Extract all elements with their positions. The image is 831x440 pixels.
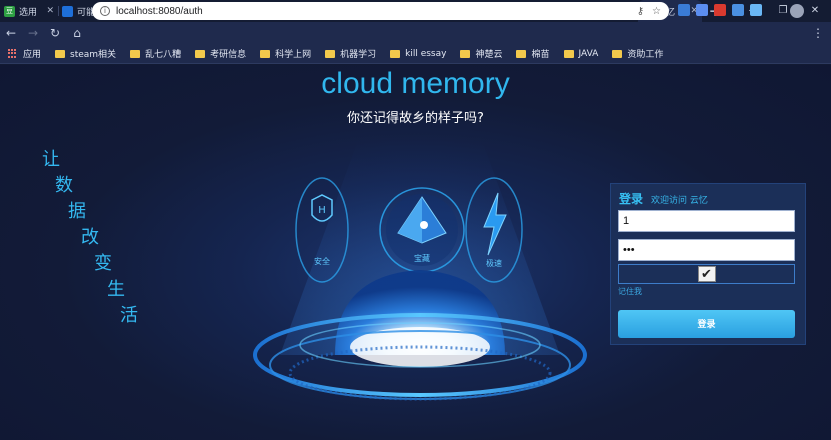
bookmark-folder[interactable]: 考研信息 xyxy=(195,47,246,60)
login-form: 登录 欢迎访问 云忆 ✔ 记住我 登录 xyxy=(610,183,806,345)
bookmark-folder[interactable]: 乱七八糟 xyxy=(130,47,181,60)
bookmark-star-icon[interactable]: ☆ xyxy=(652,6,661,17)
login-header: 登录 欢迎访问 云忆 xyxy=(619,190,708,207)
extension-icon[interactable] xyxy=(678,4,690,16)
back-icon[interactable]: ← xyxy=(0,26,22,40)
hero-illustration: H 安全 宝藏 极速 xyxy=(253,135,587,401)
folder-icon xyxy=(390,49,401,58)
login-button[interactable]: 登录 xyxy=(618,310,795,338)
slogan-char: 据 xyxy=(68,201,86,222)
slogan-char: 数 xyxy=(55,175,73,196)
slogan-char: 改 xyxy=(81,227,99,248)
folder-icon xyxy=(260,49,271,58)
bookmark-folder[interactable]: steam相关 xyxy=(55,47,116,60)
bookmark-label: kill essay xyxy=(405,48,447,59)
bookmark-label: 乱七八糟 xyxy=(145,50,182,60)
bookmark-folder[interactable]: 机器学习 xyxy=(325,47,376,60)
site-info-icon[interactable]: i xyxy=(100,6,110,16)
forward-icon[interactable]: → xyxy=(22,26,44,40)
auth-page: cloud memory 你还记得故乡的样子吗? 让 数 据 改 变 生 活 H… xyxy=(0,65,831,440)
address-bar[interactable]: i localhost:8080/auth ⚷ ☆ xyxy=(92,2,669,20)
folder-icon xyxy=(460,49,471,58)
svg-text:极速: 极速 xyxy=(486,258,502,268)
tab-close-icon[interactable]: ✕ xyxy=(46,6,54,16)
remember-me-checkbox[interactable]: ✔ xyxy=(697,266,716,282)
folder-icon xyxy=(563,49,574,58)
login-welcome-text: 欢迎访问 云忆 xyxy=(651,196,708,206)
slogan-char: 让 xyxy=(42,149,60,170)
slogan-char: 变 xyxy=(94,253,112,274)
tab-favicon-icon xyxy=(62,5,73,17)
extensions xyxy=(678,4,762,16)
password-input[interactable] xyxy=(618,239,795,261)
bookmark-label: 科学上网 xyxy=(275,50,312,60)
svg-text:安全: 安全 xyxy=(314,256,330,266)
remember-me-label: 记住我 xyxy=(618,287,642,296)
folder-icon xyxy=(195,49,206,58)
bookmark-label: 棉苗 xyxy=(531,50,550,60)
slogan-char: 活 xyxy=(120,305,138,326)
username-input[interactable] xyxy=(618,210,795,232)
bookmark-folder[interactable]: JAVA xyxy=(563,48,599,59)
bookmark-apps[interactable]: 应用 xyxy=(8,47,41,60)
bookmark-folder[interactable]: 神楚云 xyxy=(460,47,502,60)
folder-icon xyxy=(516,49,527,58)
apps-grid-icon xyxy=(8,48,18,59)
bookmark-label: 考研信息 xyxy=(210,50,247,60)
profile-avatar[interactable] xyxy=(790,4,804,18)
browser-tab[interactable]: 豆选用 ✕ xyxy=(0,0,58,22)
remember-me-checkbox-wrap[interactable]: ✔ xyxy=(618,264,795,284)
bookmark-label: 应用 xyxy=(23,50,42,60)
home-icon[interactable]: ⌂ xyxy=(66,26,88,40)
reload-icon[interactable]: ↻ xyxy=(44,26,66,40)
tab-favicon-icon: 豆 xyxy=(4,5,15,17)
bookmark-label: steam相关 xyxy=(70,50,117,60)
bookmark-folder[interactable]: 资助工作 xyxy=(612,47,663,60)
login-title: 登录 xyxy=(619,192,644,206)
bookmark-label: JAVA xyxy=(578,48,599,59)
folder-icon xyxy=(612,49,623,58)
bookmark-folder[interactable]: 科学上网 xyxy=(260,47,311,60)
browser-menu-icon[interactable]: ⋮ xyxy=(812,22,824,44)
folder-icon xyxy=(55,49,66,58)
svg-text:H: H xyxy=(318,205,326,216)
browser-toolbar: ← → ↻ ⌂ xyxy=(0,22,831,44)
extension-icon[interactable] xyxy=(750,4,762,16)
url-text[interactable]: localhost:8080/auth xyxy=(116,6,629,17)
key-icon[interactable]: ⚷ xyxy=(637,6,644,17)
folder-icon xyxy=(130,49,141,58)
folder-icon xyxy=(325,49,336,58)
tab-title: 选用 xyxy=(19,7,38,18)
extension-icon[interactable] xyxy=(732,4,744,16)
bookmark-folder[interactable]: 棉苗 xyxy=(516,47,550,60)
slogan-char: 生 xyxy=(107,279,125,300)
feature-pyramid: 宝藏 xyxy=(379,187,465,273)
bookmark-folder[interactable]: kill essay xyxy=(390,49,446,59)
svg-text:宝藏: 宝藏 xyxy=(414,253,430,263)
translate-icon[interactable] xyxy=(696,4,708,16)
extension-icon[interactable] xyxy=(714,4,726,16)
bookmark-label: 资助工作 xyxy=(627,50,664,60)
hero-title: cloud memory xyxy=(321,67,510,100)
bookmark-label: 机器学习 xyxy=(340,50,377,60)
bookmarks-bar: 应用 steam相关 乱七八糟 考研信息 科学上网 机器学习 kill essay 神楚云 棉苗… xyxy=(0,44,831,64)
bookmark-label: 神楚云 xyxy=(475,50,503,60)
